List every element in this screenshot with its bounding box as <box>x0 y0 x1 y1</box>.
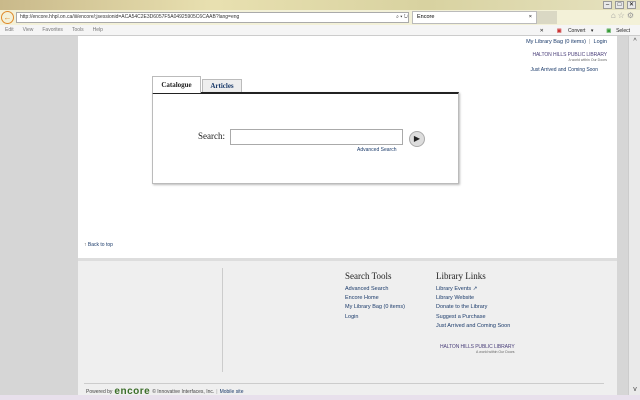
external-link-icon: ↗ <box>472 286 478 292</box>
new-tab-button[interactable] <box>537 11 557 24</box>
close-toolbar-icon[interactable]: ✕ <box>540 28 544 34</box>
window-titlebar: – □ ✕ <box>0 0 640 10</box>
library-website-link[interactable]: Library Website <box>436 294 510 303</box>
library-links-heading: Library Links <box>436 271 486 281</box>
login-link[interactable]: Login <box>594 39 607 45</box>
back-button[interactable]: ← <box>1 11 14 24</box>
arrow-up-icon: ↑ <box>84 242 87 248</box>
mobile-site-link[interactable]: Mobile site <box>220 389 244 395</box>
close-button[interactable]: ✕ <box>627 1 636 9</box>
menu-view[interactable]: View <box>23 27 34 33</box>
menu-favorites[interactable]: Favorites <box>42 27 63 33</box>
browser-tab[interactable]: Encore × <box>412 11 537 24</box>
library-logo[interactable]: HALTON HILLS PUBLIC LIBRARY A world withi… <box>532 52 607 62</box>
footer-library-logo[interactable]: HALTON HILLS PUBLIC LIBRARY A world withi… <box>440 344 515 354</box>
copyright-text: © Innovative Interfaces, Inc. <box>152 388 215 395</box>
tab-title: Encore <box>417 14 435 20</box>
page-content: My Library Bag (0 items) | Login HALTON … <box>78 36 617 258</box>
separator: | <box>589 39 591 45</box>
search-go-button[interactable]: ▶ <box>409 131 425 147</box>
url-text: http://encore.hhpl.on.ca/iii/encore/;jse… <box>20 14 240 20</box>
just-arrived-link[interactable]: Just Arrived and Coming Soon <box>530 67 598 73</box>
tab-catalogue[interactable]: Catalogue <box>152 76 201 93</box>
separator: | <box>216 388 218 395</box>
donate-link[interactable]: Donate to the Library <box>436 303 510 312</box>
search-refresh-icon[interactable]: ⌕ ▾ ↻ <box>396 13 408 22</box>
top-links: My Library Bag (0 items) | Login <box>526 39 607 45</box>
advanced-search-link[interactable]: Advanced Search <box>357 147 396 153</box>
tab-close-icon[interactable]: × <box>529 12 532 23</box>
menu-help[interactable]: Help <box>93 27 103 33</box>
address-bar-row: ← http://encore.hhpl.on.ca/iii/encore/;j… <box>0 10 640 25</box>
search-input[interactable] <box>230 129 403 145</box>
search-label: Search: <box>198 131 225 141</box>
tab-articles[interactable]: Articles <box>202 79 242 93</box>
menu-tools[interactable]: Tools <box>72 27 84 33</box>
suggest-purchase-link[interactable]: Suggest a Purchase <box>436 313 510 322</box>
maximize-button[interactable]: □ <box>615 1 624 9</box>
back-to-top-link[interactable]: ↑ Back to top <box>84 242 113 248</box>
menu-edit[interactable]: Edit <box>5 27 14 33</box>
home-star-gear-icons[interactable]: ⌂☆⚙ <box>611 11 636 20</box>
footer: Search Tools Advanced Search Encore Home… <box>78 258 617 397</box>
status-bar <box>0 395 640 400</box>
scroll-up-icon[interactable]: ^ <box>629 38 640 45</box>
minimize-button[interactable]: – <box>603 1 612 9</box>
divider <box>222 268 223 372</box>
library-bag-link[interactable]: My Library Bag (0 items) <box>526 39 586 45</box>
footer-login-link[interactable]: Login <box>345 313 405 322</box>
url-field[interactable]: http://encore.hhpl.on.ca/iii/encore/;jse… <box>16 12 409 23</box>
footer-advanced-search-link[interactable]: Advanced Search <box>345 285 405 294</box>
powered-by-text: Powered by <box>86 388 113 395</box>
select-button[interactable]: ▣ Select <box>606 28 634 34</box>
menu-bar: Edit View Favorites Tools Help ✕ ▣ Conver… <box>0 25 640 36</box>
play-arrow-icon: ▶ <box>413 134 421 143</box>
search-tools-heading: Search Tools <box>345 271 392 281</box>
convert-button[interactable]: ▣ Convert ▾ <box>557 28 594 34</box>
scroll-down-icon[interactable]: v <box>629 386 640 393</box>
divider <box>84 383 604 384</box>
vertical-scrollbar[interactable]: ^ v <box>628 36 640 395</box>
footer-encore-home-link[interactable]: Encore Home <box>345 294 405 303</box>
search-widget: Catalogue Articles Search: ▶ Advanced Se… <box>152 76 460 185</box>
library-events-link[interactable]: Library Events ↗ <box>436 285 510 294</box>
library-links-section: Library Links Library Events ↗ Library W… <box>436 271 510 331</box>
footer-library-bag-link[interactable]: My Library Bag (0 items) <box>345 303 405 312</box>
search-panel: Search: ▶ Advanced Search <box>152 92 459 184</box>
just-arrived-footer-link[interactable]: Just Arrived and Coming Soon <box>436 322 510 331</box>
search-tools-section: Search Tools Advanced Search Encore Home… <box>345 271 405 322</box>
